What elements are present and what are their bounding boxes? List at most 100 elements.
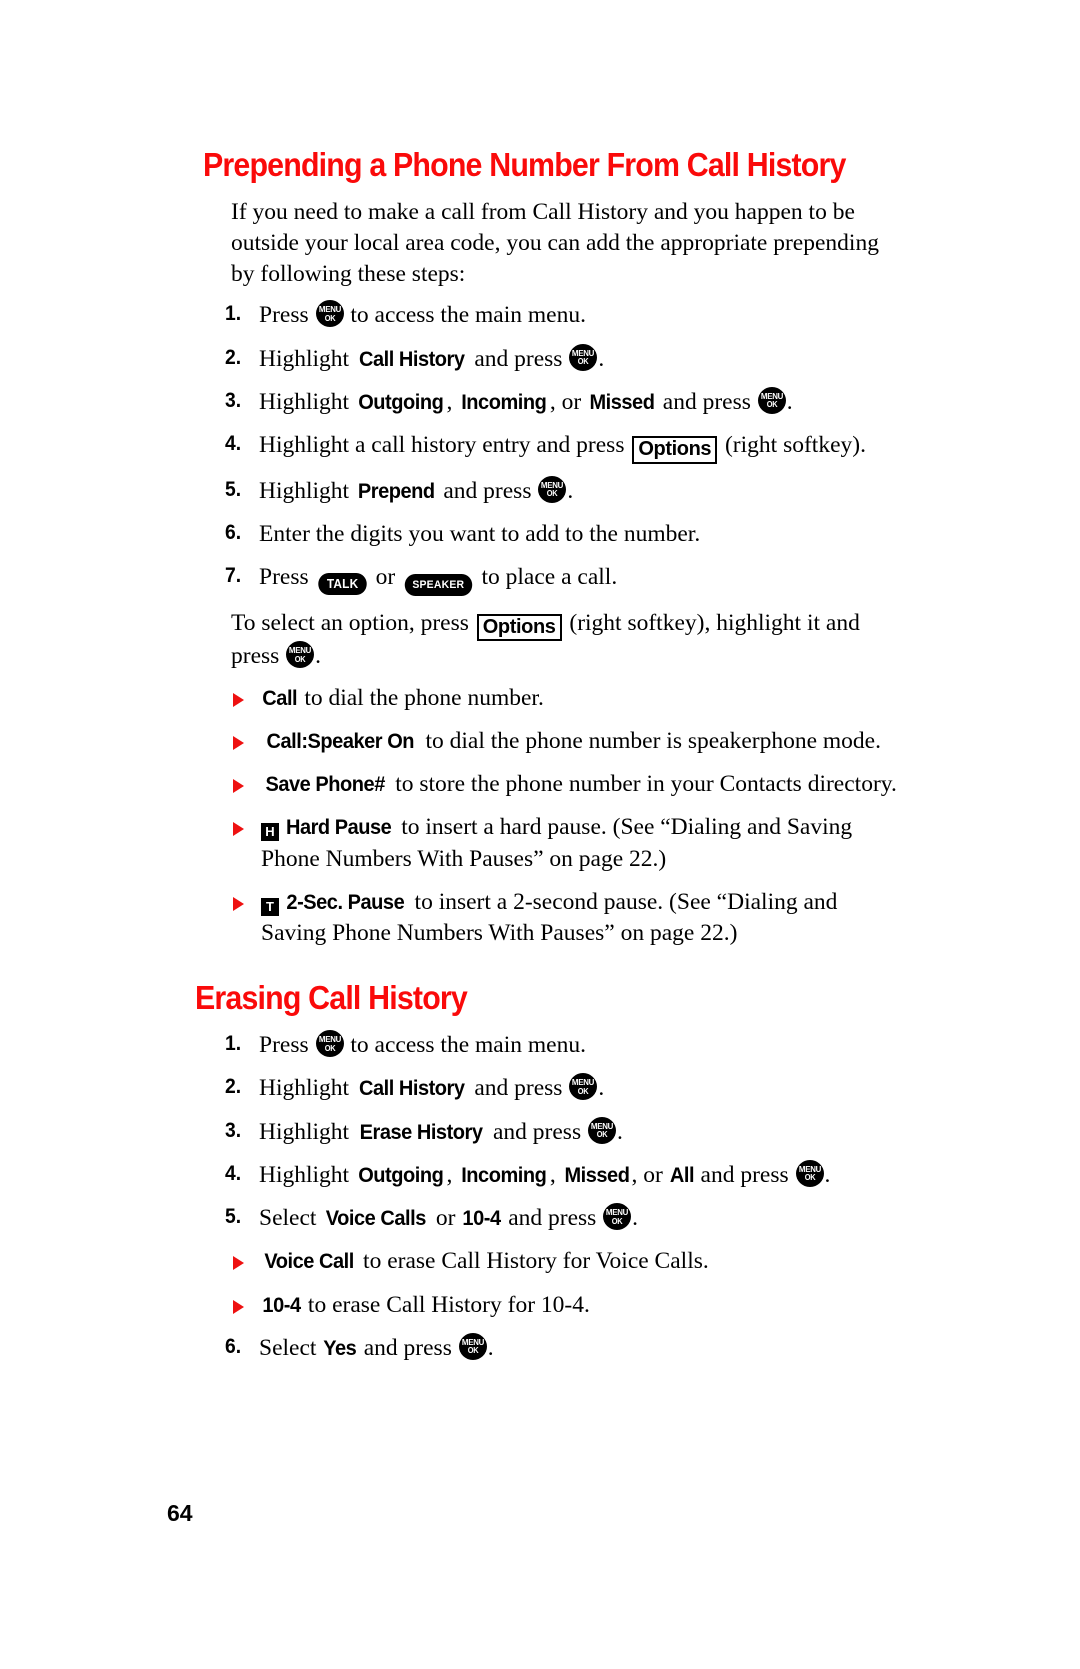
numbered-step: 5. Highlight Prepend and press MENU OK.	[203, 475, 903, 507]
body-text: and press	[437, 477, 538, 504]
menu-ok-line2: OK	[467, 1346, 479, 1356]
numbered-step: 5. Select Voice Calls or 10-4 and press M…	[203, 1203, 903, 1234]
body-text: Highlight	[259, 345, 355, 372]
body-text: Highlight	[259, 1075, 355, 1102]
menu-ok-line2: OK	[578, 1086, 589, 1096]
triangle-bullet-icon	[233, 692, 244, 707]
triangle-bullet-icon	[233, 779, 244, 794]
ui-menu-label: Missed	[589, 389, 655, 414]
step-text: Enter the digits you want to add to the …	[259, 521, 700, 547]
menu-ok-key-icon: MENU OK	[795, 1159, 824, 1187]
step-text: Highlight Erase History and press MENU OK…	[259, 1116, 623, 1145]
hard-pause-key-icon: H	[261, 823, 279, 842]
body-text: to erase Call History for 10-4.	[302, 1291, 590, 1318]
menu-ok-key-icon: MENU OK	[315, 300, 344, 328]
ui-menu-label: Outgoing	[358, 389, 444, 414]
bullet-text: Voice Call to erase Call History for Voi…	[261, 1248, 708, 1274]
ui-menu-label: Call History	[358, 1076, 465, 1101]
step-number: 2.	[225, 345, 242, 369]
body-text: and press	[357, 1334, 458, 1361]
bullet-text: T 2-Sec. Pause to insert a 2-second pause…	[261, 889, 837, 946]
body-text: Press	[259, 302, 315, 329]
numbered-step: 4. Highlight Outgoing, Incoming, Missed, …	[203, 1159, 903, 1191]
body-text: and press	[468, 345, 569, 372]
bullet-item: Call to dial the phone number.	[203, 683, 903, 714]
body-text: Select	[259, 1205, 323, 1232]
body-text: to place a call.	[475, 564, 618, 591]
page-number: 64	[167, 1500, 193, 1526]
menu-ok-line2: OK	[578, 357, 589, 367]
menu-ok-line2: OK	[547, 489, 558, 499]
numbered-step: 2. Highlight Call History and press MENU O…	[203, 1073, 903, 1104]
body-text: , or	[549, 388, 588, 415]
triangle-bullet-icon	[233, 822, 244, 837]
numbered-step: 3. Highlight Outgoing, Incoming, or Misse…	[203, 386, 903, 418]
step-number: 1.	[225, 1032, 242, 1056]
body-text: .	[824, 1161, 831, 1188]
menu-ok-line2: OK	[611, 1216, 623, 1226]
body-text: and press	[502, 1205, 603, 1232]
page-content: Prepending a Phone Number From Call Hist…	[195, 147, 903, 1376]
step-number: 4.	[225, 432, 242, 456]
menu-ok-key-icon: MENU OK	[538, 475, 567, 503]
ui-menu-label: Call	[262, 685, 298, 710]
triangle-bullet-icon	[233, 735, 244, 750]
menu-ok-key-icon: MENU OK	[757, 386, 786, 414]
bullet-text: Call to dial the phone number.	[261, 685, 544, 711]
bullet-item: Voice Call to erase Call History for Voi…	[203, 1246, 903, 1277]
menu-ok-line2: OK	[766, 400, 778, 410]
ui-menu-label: All	[669, 1162, 695, 1187]
body-text: Press	[259, 1032, 315, 1059]
ui-menu-label: 10-4	[462, 1206, 502, 1231]
body-text: and press	[487, 1118, 587, 1145]
ui-menu-label: Voice Calls	[326, 1206, 427, 1231]
menu-ok-key-icon: MENU OK	[587, 1116, 616, 1144]
bullet-item: H Hard Pause to insert a hard pause. (See…	[203, 812, 903, 875]
body-text: or	[369, 564, 402, 591]
body-text: Highlight	[259, 1118, 355, 1145]
ui-menu-label: Save Phone#	[265, 772, 385, 797]
body-text: .	[487, 1334, 494, 1361]
step-number: 1.	[225, 302, 242, 326]
body-text: .	[315, 643, 322, 670]
body-text: .	[598, 1075, 605, 1102]
body-text: Press	[259, 564, 315, 591]
ui-menu-label: Erase History	[359, 1119, 483, 1144]
step-text: Select Yes and press MENU OK.	[259, 1332, 494, 1361]
ui-menu-label: 2-Sec. Pause	[286, 889, 405, 914]
step-text: Highlight Call History and press MENU OK.	[259, 343, 604, 372]
menu-ok-line2: OK	[596, 1130, 608, 1140]
bullet-item: 10-4 to erase Call History for 10-4.	[203, 1290, 903, 1321]
step-text: Press MENU OK to access the main menu.	[259, 1030, 586, 1059]
menu-ok-key-icon: MENU OK	[569, 343, 598, 371]
menu-ok-key-icon: MENU OK	[458, 1332, 487, 1360]
ui-menu-label: Incoming	[461, 1162, 547, 1187]
ui-menu-label: Outgoing	[358, 1162, 444, 1187]
menu-ok-key-icon: MENU OK	[286, 641, 315, 669]
menu-ok-line1: MENU	[572, 1077, 595, 1088]
body-text: , or	[631, 1161, 669, 1188]
ui-menu-label: Missed	[564, 1162, 630, 1187]
options-softkey-icon: Options	[632, 436, 718, 464]
bullet-item: T 2-Sec. Pause to insert a 2-second pause…	[203, 887, 903, 950]
bullet-item: Save Phone# to store the phone number in…	[203, 769, 903, 800]
bullet-text: 10-4 to erase Call History for 10-4.	[261, 1291, 590, 1318]
step-number: 2.	[225, 1075, 242, 1099]
step-text: Highlight Prepend and press MENU OK.	[259, 475, 573, 504]
options-softkey-icon: Options	[476, 614, 562, 642]
step-text: Highlight Outgoing, Incoming, or Missed …	[259, 386, 793, 415]
menu-ok-line2: OK	[324, 1043, 335, 1053]
ui-menu-label: 10-4	[262, 1292, 301, 1317]
menu-ok-line1: MENU	[289, 645, 312, 656]
menu-ok-line1: MENU	[798, 1163, 821, 1174]
ui-menu-label: Prepend	[357, 478, 435, 503]
numbered-step: 3. Highlight Erase History and press MENU…	[203, 1116, 903, 1148]
body-text: ,	[549, 1161, 562, 1188]
numbered-step-list: 1. Press MENU OK to access the main menu. 2…	[203, 300, 903, 597]
body-text: (right softkey).	[719, 432, 866, 459]
body-text: Select	[259, 1334, 323, 1361]
erase-option-bullet-list: Voice Call to erase Call History for Voi…	[203, 1246, 903, 1321]
bullet-text: Save Phone# to store the phone number in…	[261, 771, 896, 797]
menu-ok-line1: MENU	[572, 347, 595, 358]
triangle-bullet-icon	[233, 1299, 244, 1314]
